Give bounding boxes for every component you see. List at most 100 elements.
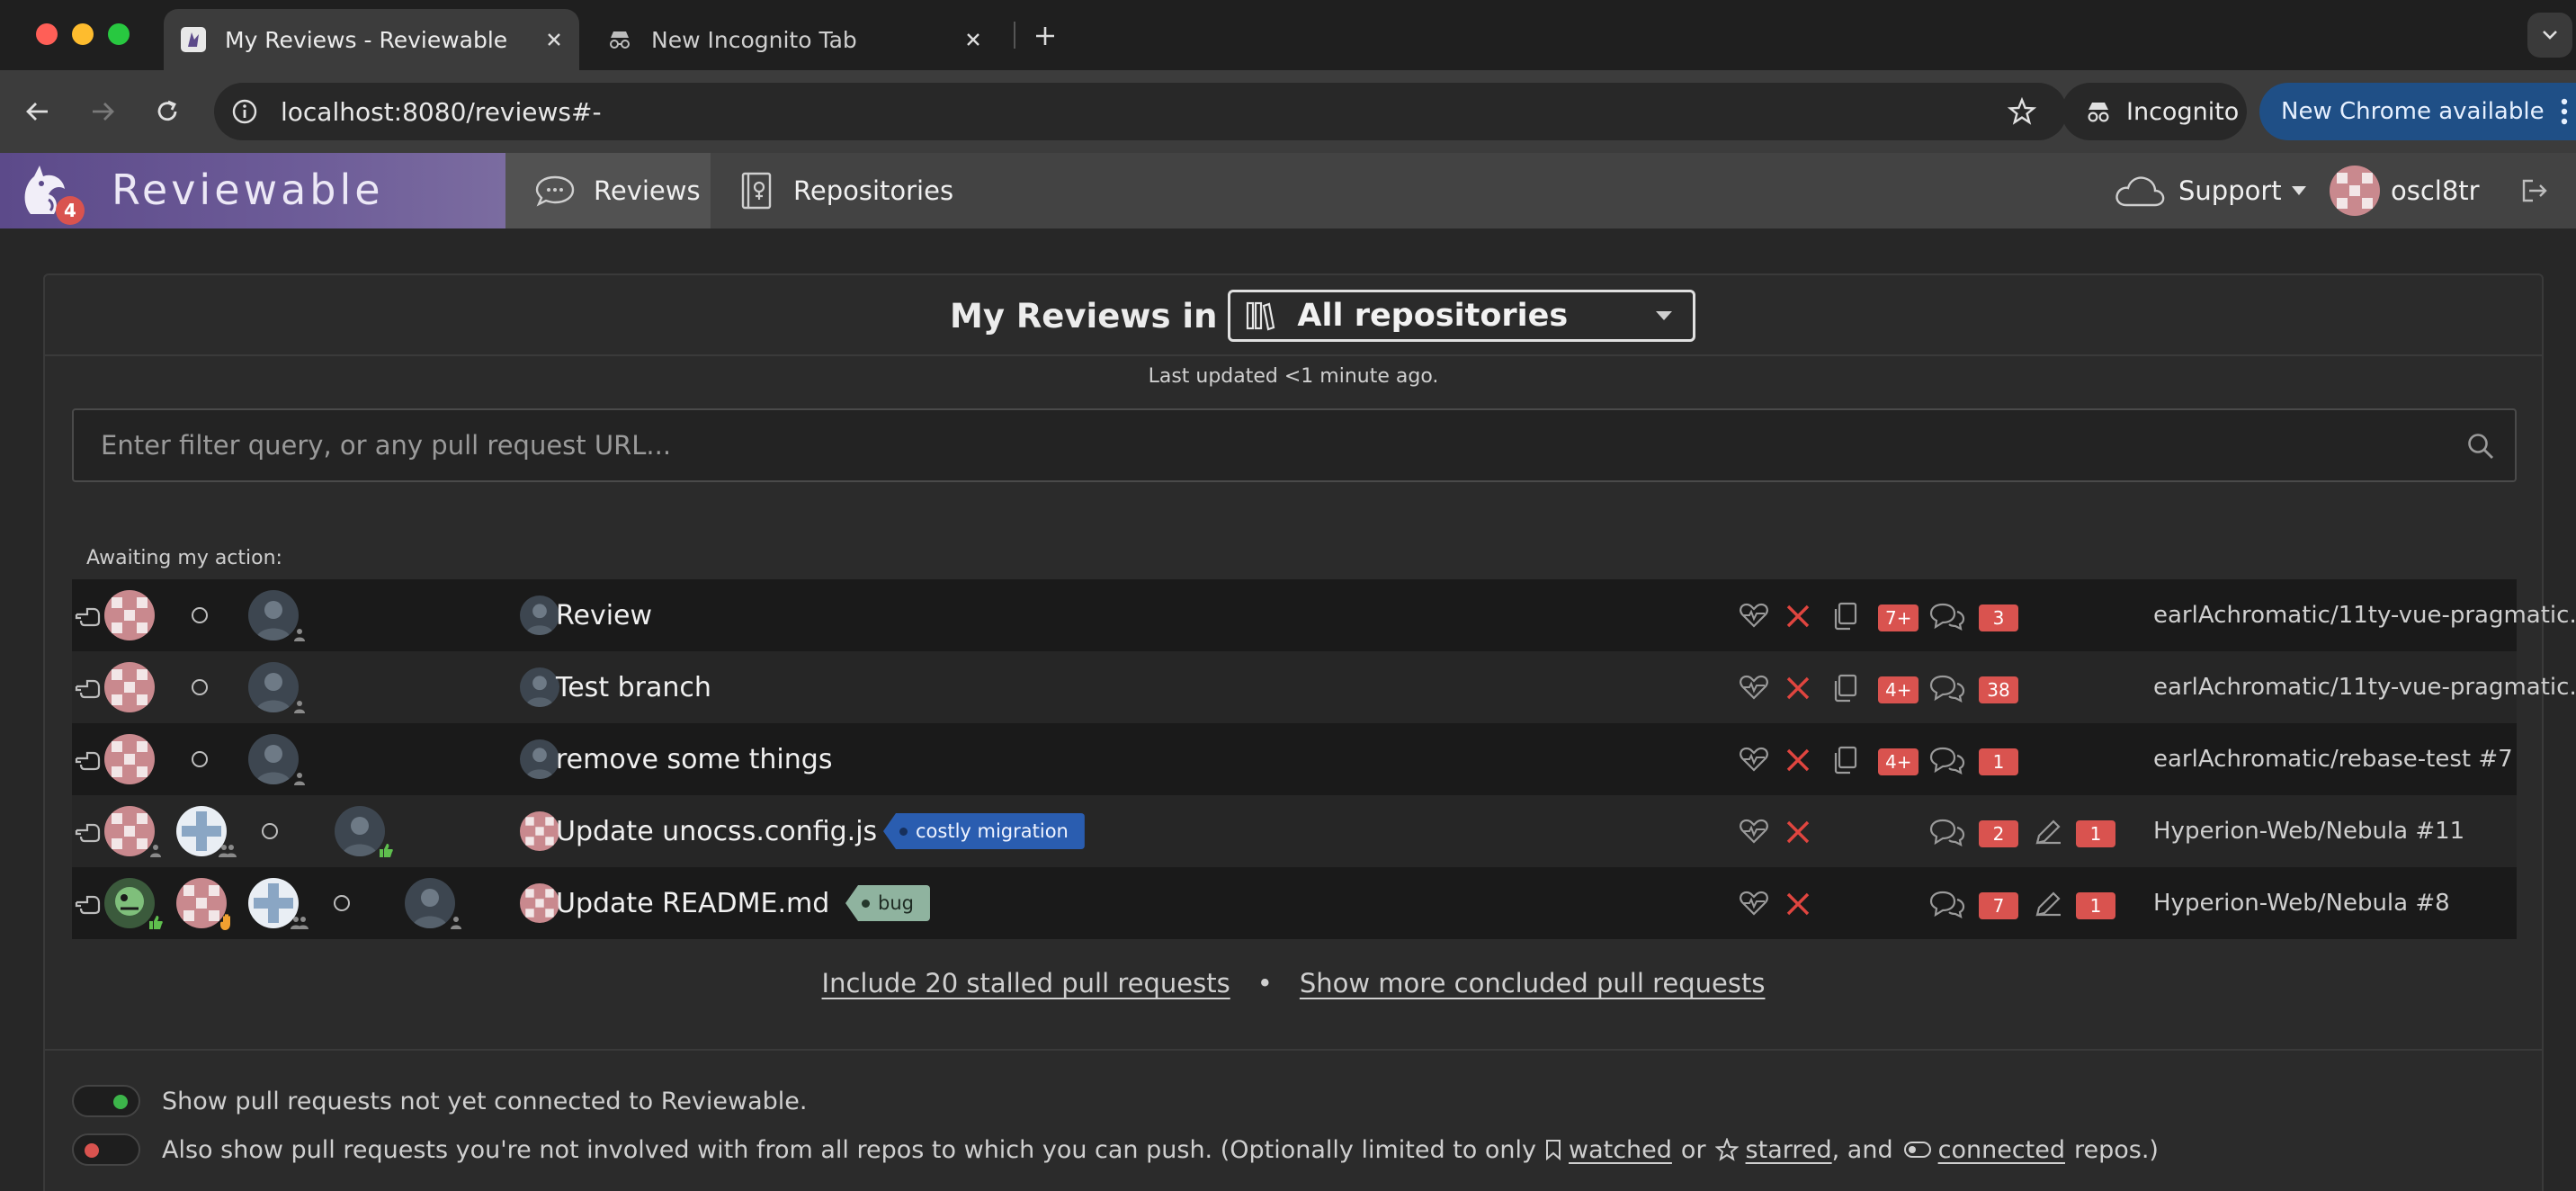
pointing-hand-icon[interactable] <box>72 746 103 773</box>
tab-new-incognito[interactable]: New Incognito Tab <box>594 9 998 70</box>
heartbeat-icon[interactable] <box>1738 817 1770 846</box>
new-chrome-available-button[interactable]: New Chrome available <box>2259 83 2576 140</box>
comments-icon[interactable] <box>1928 889 1966 919</box>
toggle-unconnected[interactable] <box>72 1085 140 1117</box>
heartbeat-icon[interactable] <box>1738 601 1770 630</box>
brand-name: Reviewable <box>112 166 384 214</box>
support-menu[interactable]: Support <box>2114 153 2307 228</box>
show-concluded-link[interactable]: Show more concluded pull requests <box>1300 968 1766 998</box>
nav-reviews[interactable]: Reviews <box>505 153 711 228</box>
avatar[interactable] <box>104 590 155 640</box>
pr-title[interactable]: Update README.md <box>556 867 829 939</box>
table-row[interactable]: Update README.md bug 7 1 Hyperion-Web/Nebula… <box>72 867 2517 939</box>
status-circle <box>333 894 351 912</box>
pr-label-tag[interactable]: costly migration <box>883 813 1085 849</box>
option-all-repos: Also show pull requests you're not invol… <box>162 1133 2159 1166</box>
pointing-hand-icon[interactable] <box>72 674 103 701</box>
filter-field[interactable] <box>72 408 2517 482</box>
nav-repositories[interactable]: Repositories <box>711 153 971 228</box>
author-avatar <box>520 739 559 779</box>
heartbeat-icon[interactable] <box>1738 889 1770 918</box>
filter-input[interactable] <box>74 410 2515 480</box>
option-label: Show pull requests not yet connected to … <box>162 1087 808 1115</box>
library-icon <box>1245 300 1275 331</box>
table-row[interactable]: Review 7+ 3 earlAchromatic/11ty-vue-pragmat… <box>72 579 2576 651</box>
x-icon[interactable] <box>1784 675 1811 702</box>
pr-title[interactable]: remove some things <box>556 723 832 795</box>
comments-icon[interactable] <box>1928 745 1966 775</box>
pointing-hand-icon[interactable] <box>72 602 103 629</box>
file-count-badge: 4+ <box>1878 676 1919 703</box>
url-text[interactable]: localhost:8080/reviews#- <box>281 97 2002 127</box>
support-label: Support <box>2178 175 2282 206</box>
more-menu-icon[interactable] <box>2561 98 2568 125</box>
tab-divider <box>1014 22 1015 49</box>
heartbeat-icon[interactable] <box>1738 745 1770 774</box>
files-icon[interactable] <box>1831 673 1858 703</box>
include-stalled-link[interactable]: Include 20 stalled pull requests <box>822 968 1230 998</box>
pr-label-tag[interactable]: bug <box>845 885 930 921</box>
starred-link[interactable]: starred <box>1746 1136 1832 1164</box>
connected-link[interactable]: connected <box>1938 1136 2065 1164</box>
address-bar[interactable]: localhost:8080/reviews#- <box>214 83 2067 140</box>
back-button[interactable] <box>16 90 59 133</box>
cloud-icon <box>2114 173 2166 209</box>
watched-link[interactable]: watched <box>1569 1136 1672 1164</box>
heartbeat-icon[interactable] <box>1738 673 1770 702</box>
comment-count-badge: 38 <box>1979 676 2018 703</box>
close-icon[interactable] <box>536 22 572 58</box>
pencil-icon[interactable] <box>2033 817 2063 847</box>
repository-dropdown[interactable]: All repositories <box>1228 290 1696 342</box>
x-icon[interactable] <box>1784 891 1811 918</box>
x-icon[interactable] <box>1784 747 1811 774</box>
files-icon[interactable] <box>1831 601 1858 631</box>
pr-title[interactable]: Test branch <box>556 651 711 723</box>
files-icon[interactable] <box>1831 745 1858 775</box>
repo-link[interactable]: Hyperion-Web/Nebula #8 <box>2153 867 2450 939</box>
repo-link[interactable]: earlAchromatic/rebase-test #7 <box>2153 723 2513 795</box>
signout-icon[interactable] <box>2518 175 2551 207</box>
table-row[interactable]: Test branch 4+ 38 earlAchromatic/11ty-vue-p… <box>72 651 2576 723</box>
x-icon[interactable] <box>1784 603 1811 630</box>
comments-icon[interactable] <box>1928 601 1966 631</box>
avatar[interactable] <box>104 734 155 784</box>
comments-icon[interactable] <box>1928 817 1966 847</box>
and-text: , and <box>1831 1135 1893 1164</box>
brand-area[interactable]: 4 Reviewable <box>0 153 505 228</box>
new-tab-button[interactable] <box>1025 16 1065 56</box>
incognito-indicator[interactable]: Incognito <box>2062 83 2247 140</box>
search-icon[interactable] <box>2466 432 2495 461</box>
table-row[interactable]: Update unocss.config.js costly migration 2… <box>72 795 2517 867</box>
repo-link[interactable]: earlAchromatic/11ty-vue-pragmatic... <box>2153 651 2576 723</box>
group-icon <box>290 912 309 932</box>
comment-count-badge: 7 <box>1979 892 2018 919</box>
x-icon[interactable] <box>1784 819 1811 846</box>
pointing-hand-icon[interactable] <box>72 818 103 845</box>
avatar[interactable] <box>104 662 155 712</box>
comments-icon[interactable] <box>1928 673 1966 703</box>
repo-link[interactable]: earlAchromatic/11ty-vue-pragmatic... <box>2153 579 2576 651</box>
site-info-icon[interactable] <box>227 94 263 130</box>
reload-button[interactable] <box>146 90 189 133</box>
repo-link[interactable]: Hyperion-Web/Nebula #11 <box>2153 795 2464 867</box>
toggle-all-repos[interactable] <box>72 1133 140 1166</box>
page-title: My Reviews in All repositories <box>950 290 1696 342</box>
chevron-down-icon <box>1655 310 1673 321</box>
forward-button[interactable] <box>81 90 124 133</box>
window-minimize-button[interactable] <box>72 23 94 45</box>
panel-divider <box>45 1049 2542 1051</box>
window-close-button[interactable] <box>36 23 58 45</box>
pr-title[interactable]: Review <box>556 579 652 651</box>
user-menu[interactable]: oscl8tr <box>2330 153 2480 228</box>
pencil-icon[interactable] <box>2033 889 2063 919</box>
table-row[interactable]: remove some things 4+ 1 earlAchromatic/reba… <box>72 723 2517 795</box>
tab-search-button[interactable] <box>2527 13 2572 58</box>
close-icon[interactable] <box>955 22 991 58</box>
pointing-hand-icon[interactable] <box>72 890 103 917</box>
bookmark-star-icon[interactable] <box>2002 92 2042 131</box>
pr-title[interactable]: Update unocss.config.js <box>556 795 877 867</box>
draft-count-badge: 1 <box>2076 820 2115 847</box>
window-maximize-button[interactable] <box>108 23 130 45</box>
or-text: or <box>1680 1135 1706 1164</box>
tab-my-reviews[interactable]: My Reviews - Reviewable <box>164 9 579 70</box>
